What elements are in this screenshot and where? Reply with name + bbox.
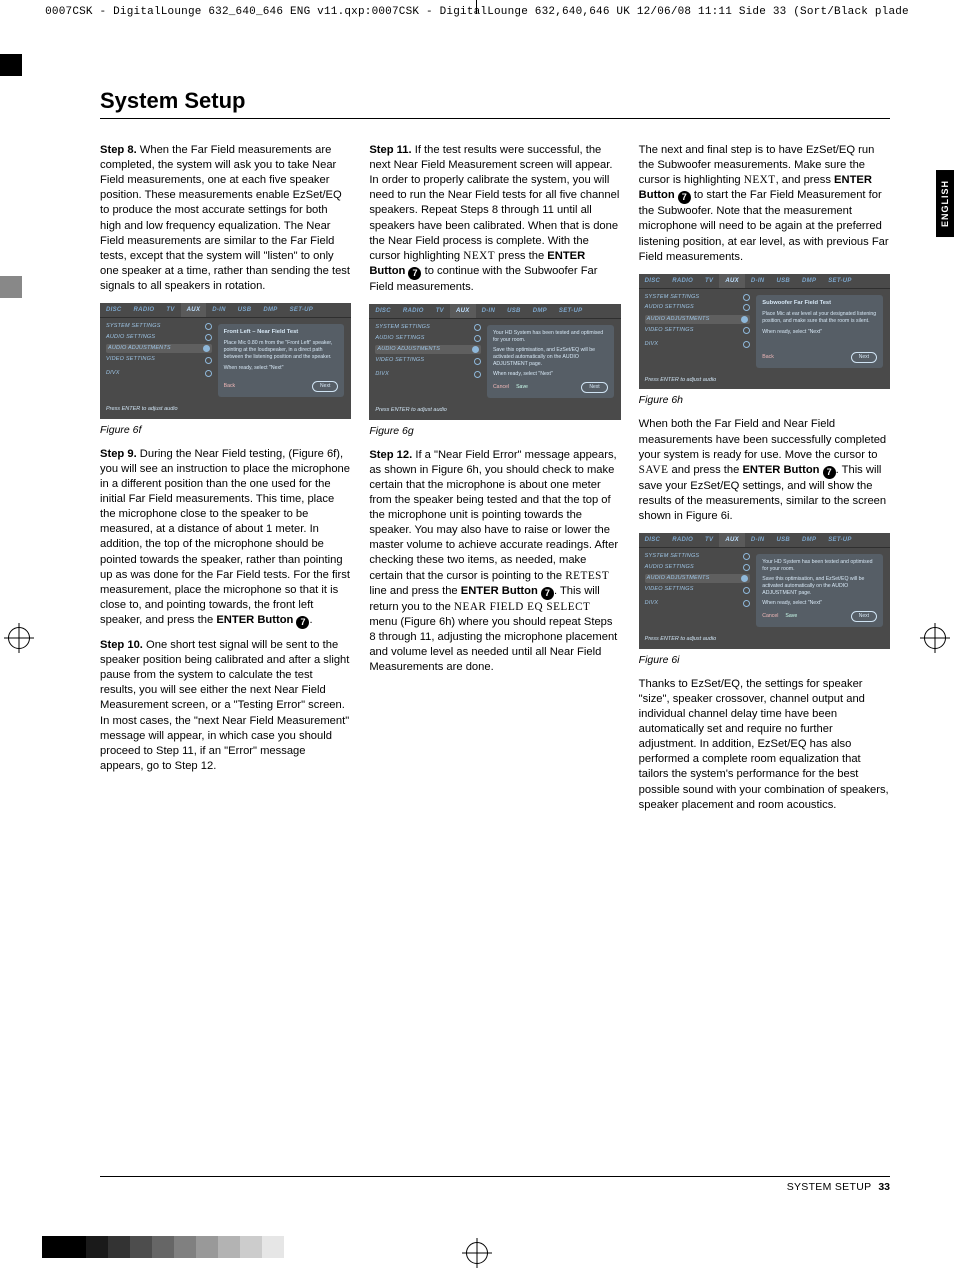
enter-button-icon: 7	[408, 267, 421, 280]
figure-6f-caption: Figure 6f	[100, 423, 351, 437]
figure-6h-caption: Figure 6h	[639, 393, 890, 407]
enter-button-icon: 7	[541, 587, 554, 600]
save-paragraph: When both the Far Field and Near Field m…	[639, 417, 890, 524]
column-2: Step 11. If the test results were succes…	[369, 143, 620, 822]
enter-button-icon: 7	[296, 616, 309, 629]
registration-mark	[924, 627, 946, 649]
column-3: The next and final step is to have EzSet…	[639, 143, 890, 822]
figure-6i-osd: DISCRADIOTVAUXD-INUSBDMPSET-UP SYSTEM SE…	[639, 533, 890, 649]
registration-mark	[466, 1242, 488, 1264]
column-1: Step 8. When the Far Field measurements …	[100, 143, 351, 822]
columns: Step 8. When the Far Field measurements …	[100, 143, 890, 822]
registration-mark	[8, 627, 30, 649]
enter-button-icon: 7	[678, 191, 691, 204]
step-11: Step 11. If the test results were succes…	[369, 143, 620, 295]
page-content: System Setup Step 8. When the Far Field …	[100, 88, 890, 822]
figure-6g-osd: DISCRADIOTVAUXD-INUSBDMPSET-UP SYSTEM SE…	[369, 304, 620, 420]
step-10: Step 10. One short test signal will be s…	[100, 638, 351, 774]
grayscale-strip	[42, 1236, 284, 1258]
figure-6h-osd: DISCRADIOTVAUXD-INUSBDMPSET-UP SYSTEM SE…	[639, 274, 890, 390]
page-title: System Setup	[100, 88, 890, 119]
step-9: Step 9. During the Near Field testing, (…	[100, 447, 351, 629]
print-mark	[0, 276, 22, 298]
figure-6i-caption: Figure 6i	[639, 653, 890, 667]
crop-mark	[476, 0, 477, 14]
step-8: Step 8. When the Far Field measurements …	[100, 143, 351, 294]
print-mark	[0, 54, 22, 76]
figure-6g-caption: Figure 6g	[369, 424, 620, 438]
subwoofer-paragraph: The next and final step is to have EzSet…	[639, 143, 890, 265]
print-header: 0007CSK - DigitalLounge 632_640_646 ENG …	[0, 6, 954, 18]
figure-6f-osd: DISCRADIOTVAUXD-INUSBDMPSET-UP SYSTEM SE…	[100, 303, 351, 419]
page-footer: SYSTEM SETUP 33	[100, 1176, 890, 1193]
enter-button-icon: 7	[823, 466, 836, 479]
summary-paragraph: Thanks to EzSet/EQ, the settings for spe…	[639, 677, 890, 813]
osd-tabs: DISCRADIOTVAUXD-INUSBDMPSET-UP	[100, 303, 351, 318]
language-tab: ENGLISH	[936, 170, 954, 237]
step-12: Step 12. If a "Near Field Error" message…	[369, 448, 620, 676]
